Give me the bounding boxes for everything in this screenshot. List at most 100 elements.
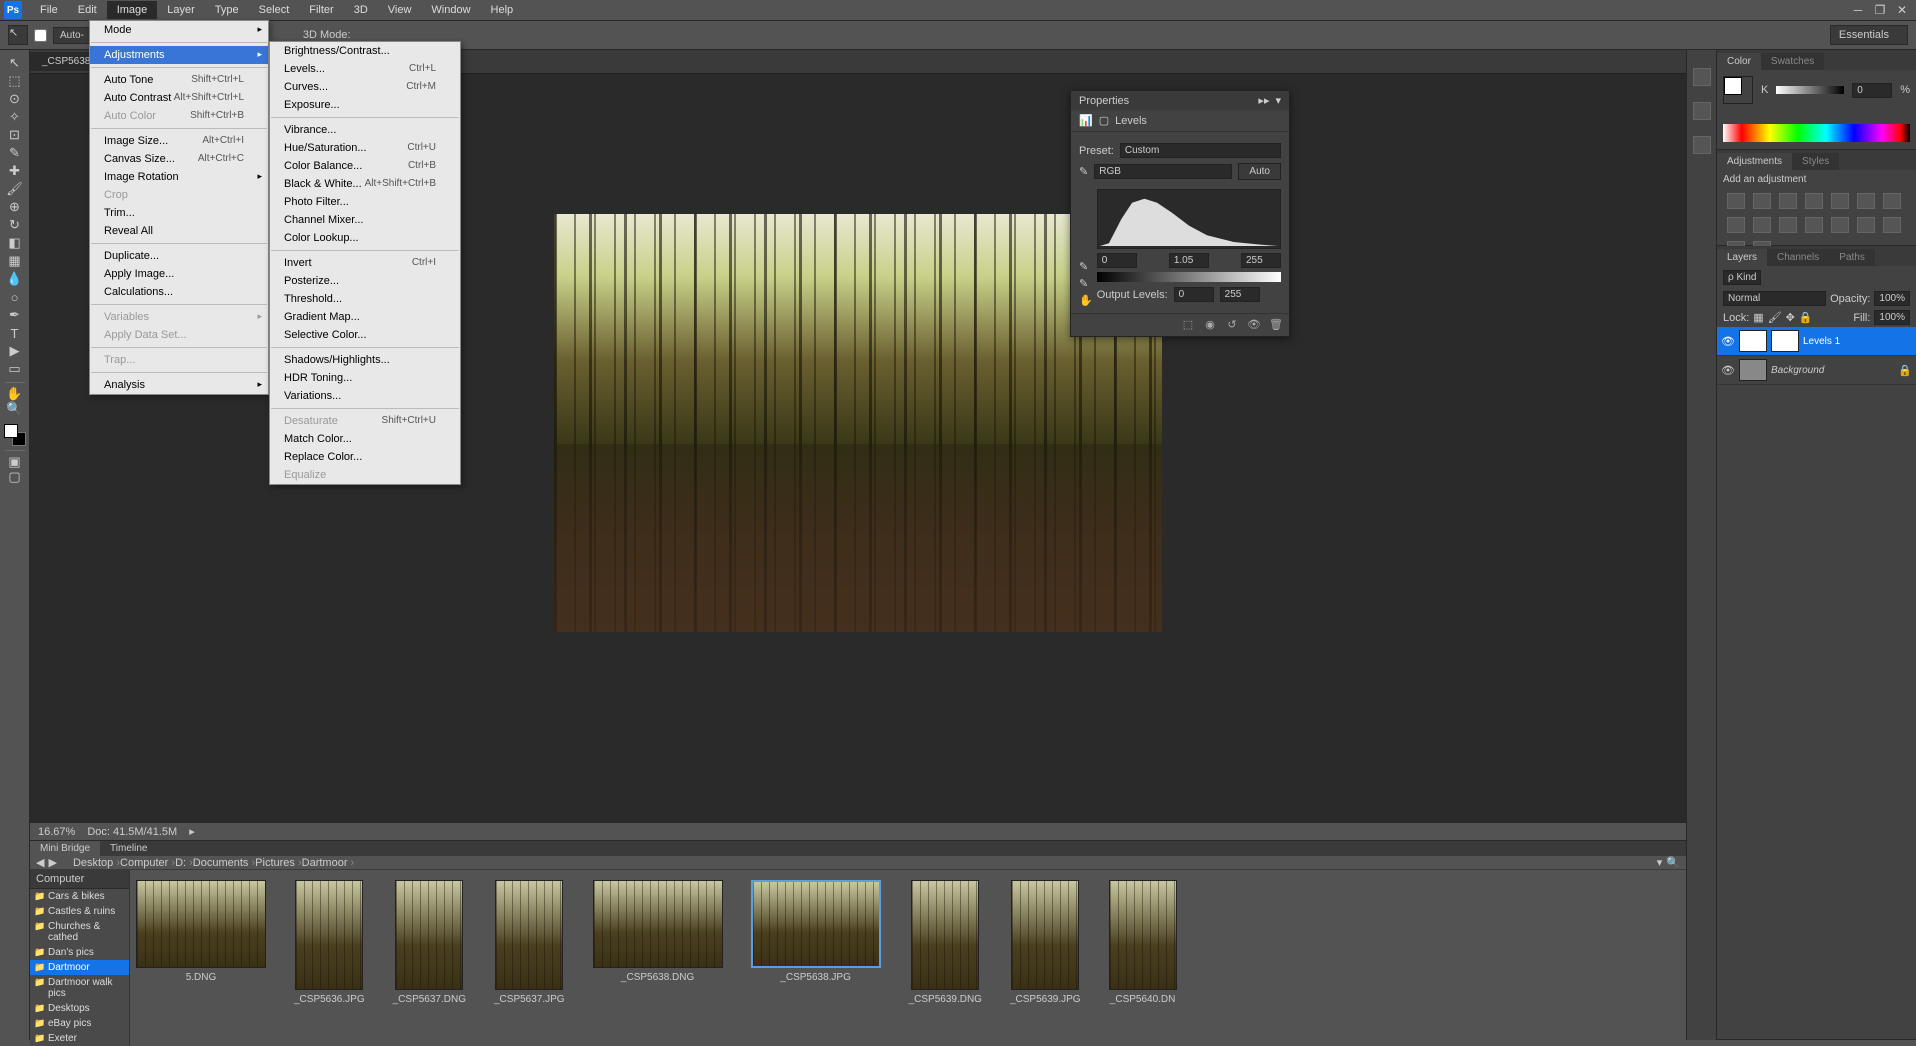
mi-auto-color[interactable]: Auto ColorShift+Ctrl+B: [90, 107, 268, 125]
folder-item[interactable]: Exeter: [30, 1031, 129, 1046]
layer-name[interactable]: Background: [1771, 365, 1824, 376]
path-selection-tool[interactable]: ▶: [3, 342, 27, 360]
thumbnail[interactable]: _CSP5637.JPG: [494, 880, 565, 1036]
mi-mode[interactable]: Mode: [90, 21, 268, 39]
tab-adjustments[interactable]: Adjustments: [1717, 153, 1792, 170]
mi-apply-image[interactable]: Apply Image...: [90, 265, 268, 283]
posterize-adj-icon[interactable]: [1857, 217, 1875, 233]
history-panel-icon[interactable]: [1693, 68, 1711, 86]
thumbnail-image[interactable]: [295, 880, 363, 990]
sample-icon[interactable]: ✋: [1079, 294, 1093, 307]
levels-adj-icon[interactable]: [1753, 193, 1771, 209]
blur-tool[interactable]: 💧: [3, 270, 27, 288]
breadcrumb-item[interactable]: Computer: [120, 857, 175, 869]
mi-posterize[interactable]: Posterize...: [270, 272, 460, 290]
folder-item[interactable]: Desktops: [30, 1001, 129, 1016]
mi-duplicate[interactable]: Duplicate...: [90, 247, 268, 265]
layer-row[interactable]: 👁Background🔒: [1717, 356, 1916, 385]
layer-row[interactable]: 👁Levels 1: [1717, 327, 1916, 356]
lasso-tool[interactable]: ⊙: [3, 90, 27, 108]
folder-item[interactable]: Dan's pics: [30, 945, 129, 960]
mi-variables[interactable]: Variables: [90, 308, 268, 326]
tab-mini-bridge[interactable]: Mini Bridge: [30, 841, 100, 856]
mi-curves[interactable]: Curves...Ctrl+M: [270, 78, 460, 96]
mi-gradient-map[interactable]: Gradient Map...: [270, 308, 460, 326]
invert-adj-icon[interactable]: [1831, 217, 1849, 233]
bw-adj-icon[interactable]: [1727, 217, 1745, 233]
mi-equalize[interactable]: Equalize: [270, 466, 460, 484]
search-icon[interactable]: 🔍: [1666, 856, 1680, 869]
mi-color-lookup[interactable]: Color Lookup...: [270, 229, 460, 247]
thumbnail-image[interactable]: [395, 880, 463, 990]
breadcrumb-item[interactable]: Pictures: [255, 857, 301, 869]
pen-tool[interactable]: ✒: [3, 306, 27, 324]
k-value[interactable]: [1852, 83, 1892, 98]
mi-invert[interactable]: InvertCtrl+I: [270, 254, 460, 272]
folder-item[interactable]: Dartmoor: [30, 960, 129, 975]
highlight-input[interactable]: [1241, 253, 1281, 268]
color-spectrum[interactable]: [1723, 124, 1910, 142]
menu-file[interactable]: File: [30, 1, 68, 19]
menu-image[interactable]: Image: [107, 1, 158, 19]
toggle-visibility-icon[interactable]: 👁: [1247, 318, 1261, 332]
folder-item[interactable]: Churches & cathed: [30, 919, 129, 945]
mi-image-rotation[interactable]: Image Rotation: [90, 168, 268, 186]
levels-histogram[interactable]: [1097, 189, 1281, 249]
hue-sat-adj-icon[interactable]: [1857, 193, 1875, 209]
color-balance-adj-icon[interactable]: [1883, 193, 1901, 209]
window-close[interactable]: ✕: [1892, 2, 1912, 18]
menu-filter[interactable]: Filter: [299, 1, 343, 19]
dodge-tool[interactable]: ○: [3, 288, 27, 306]
thumbnail[interactable]: _CSP5639.JPG: [1010, 880, 1081, 1036]
folder-item[interactable]: Cars & bikes: [30, 889, 129, 904]
mi-hdr-toning[interactable]: HDR Toning...: [270, 369, 460, 387]
mi-trim[interactable]: Trim...: [90, 204, 268, 222]
menu-type[interactable]: Type: [205, 1, 249, 19]
eraser-tool[interactable]: ◧: [3, 234, 27, 252]
mi-photo-filter[interactable]: Photo Filter...: [270, 193, 460, 211]
mi-canvas-size[interactable]: Canvas Size...Alt+Ctrl+C: [90, 150, 268, 168]
mi-exposure[interactable]: Exposure...: [270, 96, 460, 114]
tab-swatches[interactable]: Swatches: [1761, 53, 1824, 70]
output-high-input[interactable]: [1220, 287, 1260, 302]
screen-mode-toggle[interactable]: ▢: [3, 468, 27, 486]
mi-trap[interactable]: Trap...: [90, 351, 268, 369]
swatches-panel-icon[interactable]: [1693, 102, 1711, 120]
thumbnail-image[interactable]: [751, 880, 881, 968]
thumbnail-image[interactable]: [1011, 880, 1079, 990]
mi-black-white[interactable]: Black & White...Alt+Shift+Ctrl+B: [270, 175, 460, 193]
blend-mode-select[interactable]: Normal: [1723, 291, 1826, 306]
mi-auto-contrast[interactable]: Auto ContrastAlt+Shift+Ctrl+L: [90, 89, 268, 107]
mi-levels[interactable]: Levels...Ctrl+L: [270, 60, 460, 78]
thumbnail-image[interactable]: [136, 880, 266, 968]
folder-item[interactable]: eBay pics: [30, 1016, 129, 1031]
fill-value[interactable]: 100%: [1874, 310, 1910, 325]
threshold-adj-icon[interactable]: [1883, 217, 1901, 233]
mi-crop[interactable]: Crop: [90, 186, 268, 204]
mi-channel-mixer[interactable]: Channel Mixer...: [270, 211, 460, 229]
shadow-input[interactable]: [1097, 253, 1137, 268]
shape-tool[interactable]: ▭: [3, 360, 27, 378]
breadcrumb-item[interactable]: Desktop: [73, 857, 120, 869]
mini-bridge-computer[interactable]: Computer: [30, 870, 129, 889]
mi-reveal-all[interactable]: Reveal All: [90, 222, 268, 240]
layer-name[interactable]: Levels 1: [1803, 336, 1840, 347]
output-gradient[interactable]: [1097, 272, 1281, 282]
mi-apply-data-set[interactable]: Apply Data Set...: [90, 326, 268, 344]
3d-panel-icon[interactable]: [1693, 136, 1711, 154]
collapse-icon[interactable]: ▸▸: [1258, 94, 1269, 107]
nav-forward-icon[interactable]: ▶: [48, 856, 56, 869]
folder-item[interactable]: Dartmoor walk pics: [30, 975, 129, 1001]
menu-layer[interactable]: Layer: [157, 1, 205, 19]
move-tool-icon[interactable]: ↖: [8, 25, 28, 45]
mi-brightness-contrast[interactable]: Brightness/Contrast...: [270, 42, 460, 60]
breadcrumb-item[interactable]: D:: [175, 857, 193, 869]
mi-hue-saturation[interactable]: Hue/Saturation...Ctrl+U: [270, 139, 460, 157]
type-tool[interactable]: T: [3, 324, 27, 342]
auto-select-dropdown[interactable]: Auto-: [53, 27, 91, 44]
filter-icon[interactable]: ▾: [1657, 856, 1663, 869]
gradient-tool[interactable]: ▦: [3, 252, 27, 270]
auto-select-checkbox[interactable]: [34, 29, 47, 42]
mi-shadows-highlights[interactable]: Shadows/Highlights...: [270, 351, 460, 369]
panel-menu-icon[interactable]: ▾: [1275, 94, 1281, 107]
